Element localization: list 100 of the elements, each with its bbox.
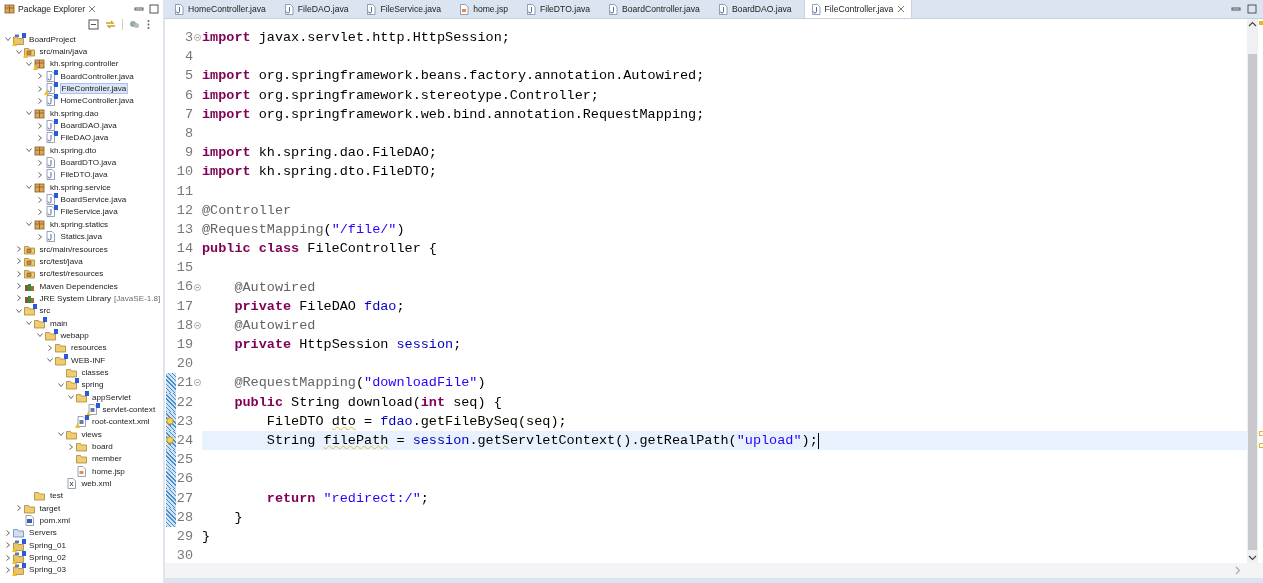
chevron-icon[interactable] [68,443,74,450]
tree-item-label[interactable]: BoardProject [28,34,77,44]
chevron-icon[interactable] [36,332,43,339]
editor-tab[interactable]: BoardDAO.java [711,0,804,18]
chevron-icon[interactable] [26,110,32,117]
tree-item-label[interactable]: FileController.java [59,83,129,95]
tree-item-label[interactable]: FileDAO.java [59,133,110,143]
tree-item-label[interactable]: src/test/resources [38,269,105,279]
editor-tab[interactable]: FileController.java [803,0,913,18]
tree-item-label[interactable]: home.jsp [91,466,126,476]
chevron-icon[interactable] [36,159,43,166]
chevron-icon[interactable] [47,357,53,364]
chevron-icon[interactable] [26,221,32,228]
tree-item-label[interactable]: resources [70,343,108,353]
tree-item-label[interactable]: Spring_03 [28,565,67,575]
chevron-icon[interactable] [36,171,43,178]
editor-tab[interactable]: home.jsp [453,0,520,18]
tree-item-label[interactable]: src [38,306,52,316]
tree-item-label[interactable]: kh.spring.controller [49,59,120,69]
filter-icon[interactable] [129,18,140,30]
tree-item-label[interactable]: test [49,491,65,501]
chevron-icon[interactable] [26,184,32,191]
tree-item-label[interactable]: HomeController.java [59,96,135,106]
tree-item-label[interactable]: webapp [59,330,90,340]
fold-icon[interactable] [194,379,201,387]
chevron-icon[interactable] [15,505,22,512]
chevron-icon[interactable] [26,60,32,67]
chevron-icon[interactable] [36,209,43,215]
chevron-icon[interactable] [15,258,22,265]
chevron-icon[interactable] [36,233,43,240]
tree-item-label[interactable]: BoardController.java [59,71,135,81]
link-icon[interactable] [105,18,116,30]
maximize-icon[interactable] [1247,4,1257,14]
chevron-icon[interactable] [26,147,32,154]
chevron-icon[interactable] [5,542,11,549]
scroll-right-icon[interactable] [1234,566,1241,575]
chevron-icon[interactable] [68,394,74,401]
tree-item-label[interactable]: src/main/resources [38,244,109,254]
tree-item-label[interactable]: root-context.xml [91,417,151,427]
tree-item-label[interactable]: spring [80,380,105,390]
tree-item-label[interactable]: web.xml [80,479,113,489]
tree-item-label[interactable]: appServlet [91,392,132,402]
tree-item-label[interactable]: target [38,503,62,513]
tree-item-label[interactable]: WEB-INF [70,355,107,365]
scrollbar-thumb[interactable] [1248,54,1257,550]
tree-item-label[interactable]: classes [80,367,110,377]
fold-icon[interactable] [194,34,201,42]
tree-item-label[interactable]: BoardDTO.java [59,158,118,168]
editor-tab[interactable]: FileService.java [360,0,454,18]
scroll-down-icon[interactable] [1248,554,1257,561]
close-icon[interactable] [897,5,906,13]
tree-item-label[interactable]: Spring_01 [28,540,67,550]
tree-item-label[interactable]: views [80,429,103,439]
view-tab[interactable]: Package Explorer [0,0,101,17]
chevron-icon[interactable] [26,320,32,327]
tree-item-label[interactable]: Statics.java [59,232,103,242]
chevron-icon[interactable] [15,295,22,302]
tree-item-label[interactable]: FileDTO.java [59,170,109,180]
scroll-up-icon[interactable] [1248,21,1257,28]
chevron-icon[interactable] [15,270,22,277]
chevron-icon[interactable] [36,97,43,104]
tree-item-label[interactable]: src/main/java [38,47,89,56]
minimize-icon[interactable] [1231,4,1241,14]
close-icon[interactable] [88,4,97,13]
view-menu-icon[interactable] [146,18,151,30]
tree-item-label[interactable]: member [91,454,123,464]
chevron-icon[interactable] [5,566,11,573]
horizontal-scrollbar[interactable] [165,563,1263,583]
overview-marker[interactable] [1259,21,1263,25]
chevron-icon[interactable] [5,554,11,561]
chevron-icon[interactable] [36,134,43,141]
chevron-icon[interactable] [5,529,11,536]
tree-item-label[interactable]: pom.xml [38,516,72,526]
tree-item-label[interactable]: kh.spring.dao [49,108,100,118]
chevron-icon[interactable] [36,73,43,80]
tree-item-label[interactable]: BoardService.java [59,195,128,205]
chevron-icon[interactable] [57,381,64,388]
editor-tab[interactable]: FileDTO.java [520,0,602,18]
chevron-icon[interactable] [36,196,43,203]
editor-tab[interactable]: BoardController.java [602,0,712,18]
chevron-icon[interactable] [15,307,22,314]
chevron-icon[interactable] [57,431,64,438]
tree-item-label[interactable]: main [49,318,69,328]
editor-tab[interactable]: HomeController.java [168,0,278,18]
chevron-icon[interactable] [36,85,43,92]
tree-item-label[interactable]: kh.spring.dto [49,145,98,155]
chevron-icon[interactable] [15,246,22,252]
tree-item-label[interactable]: Maven Dependencies [38,281,119,291]
tree-item-label[interactable]: FileService.java [59,207,119,217]
chevron-icon[interactable] [15,48,22,55]
editor-tab[interactable]: FileDAO.java [277,0,361,18]
tree-item-label[interactable]: kh.spring.statics [49,219,110,229]
tree-item-label[interactable]: Spring_02 [28,553,67,563]
tree-item-label[interactable]: board [91,442,114,451]
fold-icon[interactable] [194,283,201,291]
tree-item-label[interactable]: servlet-context [101,405,157,414]
maximize-icon[interactable] [149,3,159,14]
chevron-icon[interactable] [15,283,22,290]
vertical-scrollbar[interactable] [1247,19,1258,563]
tree-item-label[interactable]: Servers [28,528,58,538]
